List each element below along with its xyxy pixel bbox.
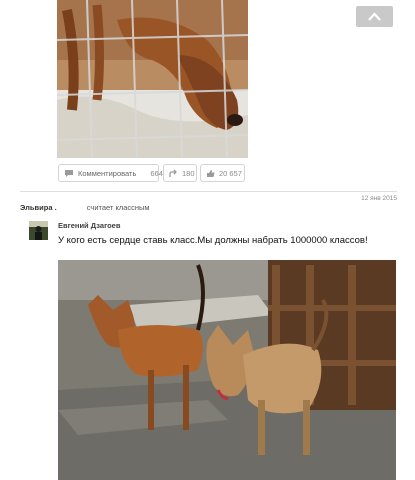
reshare-count: 180 [182,168,195,178]
reshare-arrow-icon [169,169,177,177]
post-date: 12 янв 2015 [361,195,397,202]
avatar-image [29,221,48,240]
comment-button[interactable]: Комментировать 664 [58,164,163,182]
avatar[interactable] [29,221,48,240]
liker-line: Эльвира . считает классным [20,203,150,212]
reshare-button[interactable]: 180 [163,164,197,182]
scroll-to-top-button[interactable] [356,6,393,27]
liker-text: считает классным [86,203,150,212]
thumbs-up-icon [207,169,215,177]
post-photo-top[interactable] [57,0,248,158]
comment-count: 664 [150,168,163,178]
two-dogs-image [58,260,396,480]
class-like-button[interactable]: 20 657 [200,164,245,182]
author-name[interactable]: Евгений Дзагоев [58,221,120,230]
post-text: У кого есть сердце ставь класс.Мы должны… [58,235,368,246]
speech-bubble-icon [65,169,73,177]
post-photo-main[interactable] [58,260,396,480]
liker-name[interactable]: Эльвира . [20,203,57,212]
dog-behind-fence-image [57,0,248,158]
class-count: 20 657 [219,168,242,178]
feed-divider [20,191,397,192]
chevron-up-icon [368,12,381,21]
comment-label: Комментировать [78,168,137,178]
